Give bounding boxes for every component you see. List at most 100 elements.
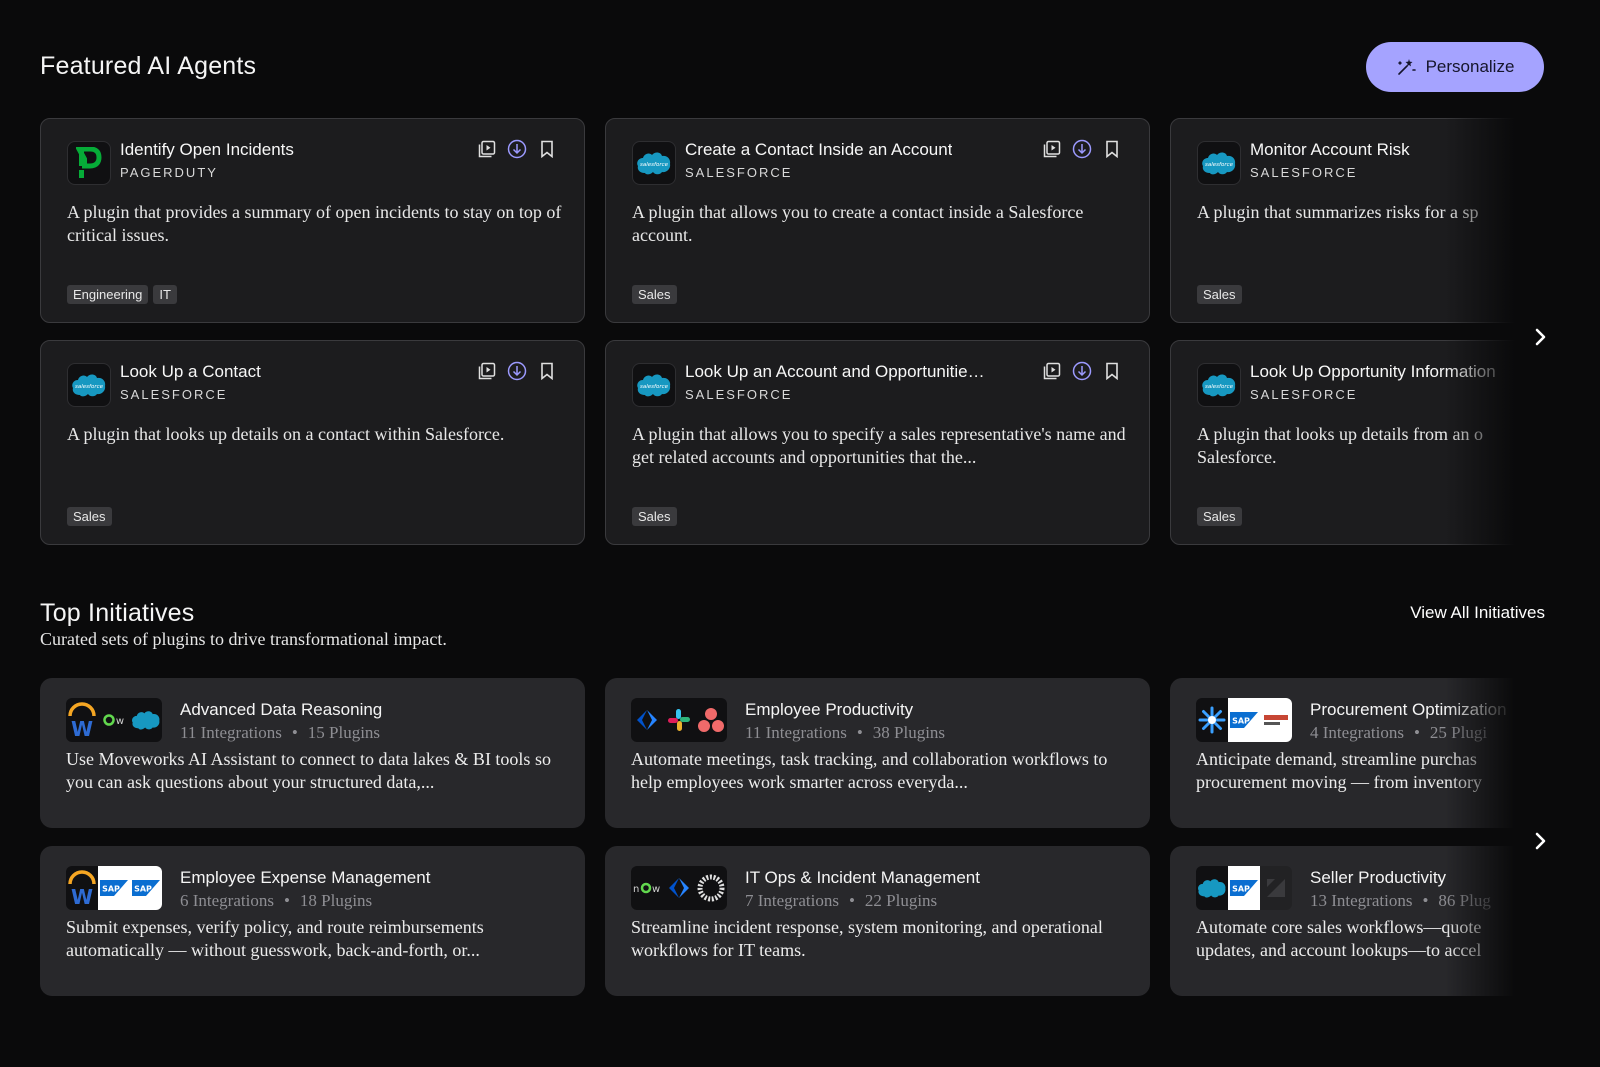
svg-text:salesforce: salesforce bbox=[1205, 384, 1234, 390]
integrations-count: 7 Integrations bbox=[745, 891, 839, 910]
initiative-description: Use Moveworks AI Assistant to connect to… bbox=[66, 749, 551, 792]
plugins-count: 38 Plugins bbox=[872, 723, 946, 742]
agent-vendor: SALESFORCE bbox=[1250, 165, 1358, 180]
initiative-card[interactable]: SAP Procurement Optimization 4 Integrati… bbox=[1170, 678, 1515, 828]
initiative-card[interactable]: nw IT Ops & Incident Management 7 Integr… bbox=[605, 846, 1150, 996]
agent-card[interactable]: salesforce Look Up an Account and Opport… bbox=[605, 340, 1150, 545]
initiative-meta: 11 Integrations • 15 Plugins bbox=[180, 723, 381, 742]
tag: Engineering bbox=[67, 285, 149, 304]
workday-logo: W bbox=[66, 866, 98, 910]
salesforce-logo: salesforce bbox=[67, 363, 111, 407]
preview-icon[interactable] bbox=[477, 139, 497, 159]
integration-logos: SAP bbox=[1196, 698, 1292, 742]
pagerduty-logo bbox=[67, 141, 111, 185]
integrations-count: 4 Integrations bbox=[1310, 723, 1404, 742]
download-icon[interactable] bbox=[1072, 361, 1092, 381]
opsgenie-logo bbox=[695, 866, 727, 910]
svg-text:SAP: SAP bbox=[102, 885, 120, 894]
integration-logos: nw bbox=[631, 866, 727, 910]
tag: Sales bbox=[67, 507, 112, 526]
featured-agents-carousel: Identify Open Incidents PAGERDUTY A plug… bbox=[40, 118, 1515, 548]
personalize-button[interactable]: Personalize bbox=[1366, 42, 1544, 92]
chevron-right-icon[interactable] bbox=[1530, 325, 1550, 349]
view-all-initiatives-link[interactable]: View All Initiatives bbox=[1380, 603, 1545, 623]
integration-logos: W w bbox=[66, 698, 162, 742]
preview-icon[interactable] bbox=[477, 361, 497, 381]
initiative-name: Seller Productivity bbox=[1310, 868, 1447, 887]
slack-logo bbox=[663, 698, 695, 742]
asana-logo bbox=[695, 698, 727, 742]
sap-logo: SAP bbox=[130, 866, 162, 910]
agent-description: A plugin that looks up details from an o… bbox=[1197, 424, 1483, 467]
svg-text:SAP: SAP bbox=[1232, 717, 1250, 726]
agent-name: Look Up an Account and Opportunities by.… bbox=[685, 362, 990, 381]
initiative-description: Automate meetings, task tracking, and co… bbox=[631, 749, 1108, 792]
download-icon[interactable] bbox=[507, 361, 527, 381]
servicenow-logo: w bbox=[98, 698, 130, 742]
preview-icon[interactable] bbox=[1042, 361, 1062, 381]
svg-text:salesforce: salesforce bbox=[75, 384, 104, 390]
agent-card[interactable]: salesforce Monitor Account Risk SALESFOR… bbox=[1170, 118, 1515, 323]
agent-card[interactable]: salesforce Look Up a Contact SALESFORCE … bbox=[40, 340, 585, 545]
svg-text:salesforce: salesforce bbox=[640, 162, 669, 168]
agent-vendor: SALESFORCE bbox=[685, 165, 793, 180]
initiative-meta: 7 Integrations • 22 Plugins bbox=[745, 891, 938, 910]
integration-logos: W SAP SAP bbox=[66, 866, 162, 910]
chevron-right-icon[interactable] bbox=[1530, 829, 1550, 853]
featured-agents-title: Featured AI Agents bbox=[40, 52, 257, 80]
sap-logo: SAP bbox=[1228, 866, 1260, 910]
initiative-card[interactable]: SAP Seller Productivity 13 Integrations •… bbox=[1170, 846, 1515, 996]
agent-name: Look Up Opportunity Information bbox=[1250, 362, 1496, 381]
jira-logo bbox=[663, 866, 695, 910]
plugins-count: 25 Plugi bbox=[1429, 723, 1488, 742]
integrations-count: 13 Integrations bbox=[1310, 891, 1413, 910]
bookmark-icon[interactable] bbox=[1102, 361, 1122, 381]
personalize-label: Personalize bbox=[1425, 57, 1515, 76]
svg-text:salesforce: salesforce bbox=[1205, 162, 1234, 168]
tag: Sales bbox=[1197, 507, 1242, 526]
agent-card[interactable]: Identify Open Incidents PAGERDUTY A plug… bbox=[40, 118, 585, 323]
tag: Sales bbox=[632, 285, 677, 304]
agent-card[interactable]: salesforce Create a Contact Inside an Ac… bbox=[605, 118, 1150, 323]
agent-vendor: PAGERDUTY bbox=[120, 165, 218, 180]
agent-vendor: SALESFORCE bbox=[120, 387, 228, 402]
agent-vendor: SALESFORCE bbox=[685, 387, 793, 402]
salesforce-logo bbox=[1196, 866, 1228, 910]
svg-text:W: W bbox=[71, 717, 93, 738]
bookmark-icon[interactable] bbox=[1102, 139, 1122, 159]
initiative-name: IT Ops & Incident Management bbox=[745, 868, 980, 887]
tag: Sales bbox=[632, 507, 677, 526]
bookmark-icon[interactable] bbox=[537, 139, 557, 159]
initiative-name: Procurement Optimization bbox=[1310, 700, 1507, 719]
agent-description: A plugin that looks up details on a cont… bbox=[67, 424, 505, 444]
initiative-meta: 6 Integrations • 18 Plugins bbox=[180, 891, 373, 910]
agent-description: A plugin that allows you to specify a sa… bbox=[632, 424, 1126, 467]
integration-logos: SAP bbox=[1196, 866, 1292, 910]
agent-description: A plugin that provides a summary of open… bbox=[67, 202, 562, 245]
initiative-card[interactable]: Employee Productivity 11 Integrations • 38… bbox=[605, 678, 1150, 828]
sap-logo: SAP bbox=[98, 866, 130, 910]
svg-text:n: n bbox=[633, 884, 639, 895]
preview-icon[interactable] bbox=[1042, 139, 1062, 159]
bookmark-icon[interactable] bbox=[537, 361, 557, 381]
zendesk-logo bbox=[1260, 866, 1292, 910]
integrations-count: 11 Integrations bbox=[745, 723, 847, 742]
initiative-meta: 13 Integrations • 86 Plug bbox=[1310, 891, 1491, 910]
download-icon[interactable] bbox=[507, 139, 527, 159]
agent-vendor: SALESFORCE bbox=[1250, 387, 1358, 402]
initiative-description: Streamline incident response, system mon… bbox=[631, 917, 1103, 960]
initiative-description: Anticipate demand, streamline purchas pr… bbox=[1196, 749, 1482, 792]
initiative-description: Automate core sales workflows—quote upda… bbox=[1196, 917, 1482, 960]
agent-card[interactable]: salesforce Look Up Opportunity Informati… bbox=[1170, 340, 1515, 545]
integration-logos bbox=[631, 698, 727, 742]
plugins-count: 18 Plugins bbox=[299, 891, 373, 910]
top-initiatives-title: Top Initiatives bbox=[40, 599, 195, 627]
download-icon[interactable] bbox=[1072, 139, 1092, 159]
svg-text:SAP: SAP bbox=[134, 885, 152, 894]
initiative-card[interactable]: W w Advanced Data Reasoning 11 Integrati… bbox=[40, 678, 585, 828]
plugins-count: 86 Plug bbox=[1438, 891, 1491, 910]
tag: Sales bbox=[1197, 285, 1242, 304]
initiative-card[interactable]: W SAP SAP Employee Expense Management 6 … bbox=[40, 846, 585, 996]
svg-text:W: W bbox=[71, 885, 93, 906]
initiative-name: Employee Productivity bbox=[745, 700, 914, 719]
